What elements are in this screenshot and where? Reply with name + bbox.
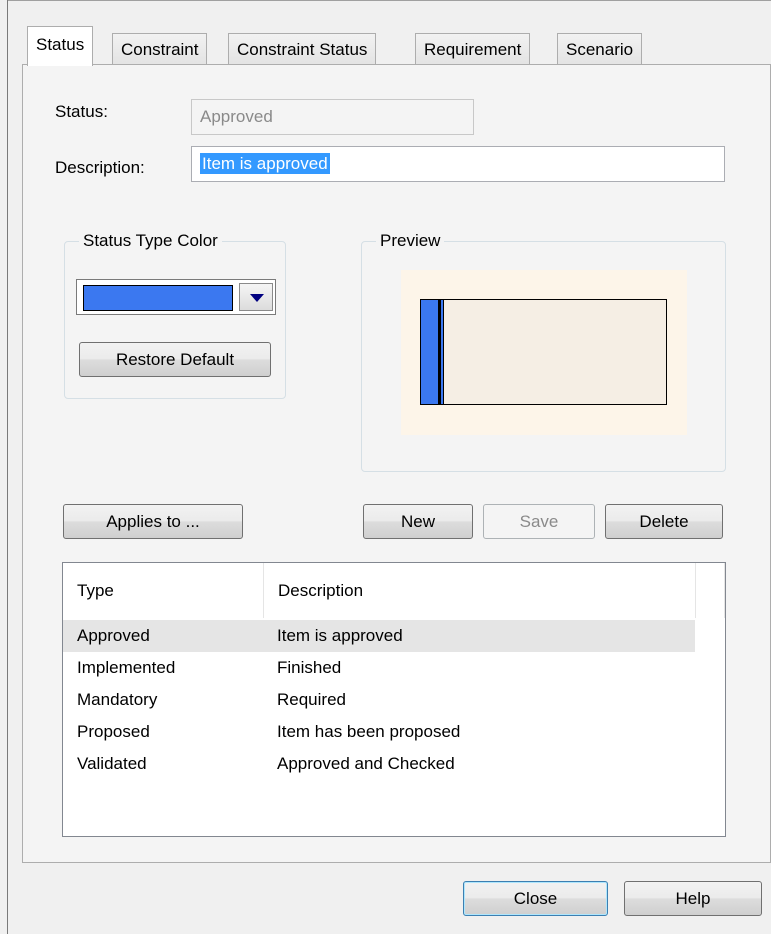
list-item-description: Item is approved	[277, 626, 403, 645]
list-item-type: Validated	[77, 754, 147, 773]
list-header: Type Description	[63, 563, 725, 618]
new-button[interactable]: New	[363, 504, 473, 539]
dropdown-button[interactable]	[239, 283, 273, 311]
list-item-type: Implemented	[77, 658, 176, 677]
status-type-color-legend: Status Type Color	[83, 231, 218, 250]
preview-element	[420, 299, 667, 405]
list-item-type: Proposed	[77, 722, 150, 741]
description-label: Description:	[55, 158, 145, 177]
description-field[interactable]: Item is approved	[191, 146, 725, 182]
preview-legend: Preview	[380, 231, 441, 250]
tab-scenario[interactable]: Scenario	[557, 33, 643, 65]
help-button[interactable]: Help	[624, 881, 762, 916]
close-button[interactable]: Close	[463, 881, 608, 916]
save-button: Save	[483, 504, 595, 539]
status-list[interactable]: Type Description Approved Item is approve…	[62, 562, 726, 837]
list-item[interactable]: Approved Item is approved	[63, 620, 695, 652]
tab-requirement[interactable]: Requirement	[415, 33, 531, 65]
column-header-description[interactable]: Description	[264, 563, 696, 618]
list-item[interactable]: Proposed Item has been proposed	[63, 716, 695, 748]
list-item-description: Approved and Checked	[277, 754, 455, 773]
delete-button[interactable]: Delete	[605, 504, 723, 539]
status-field: Approved	[191, 99, 474, 135]
preview-bar-edge	[438, 300, 441, 404]
tab-constraint[interactable]: Constraint	[112, 33, 208, 65]
list-item[interactable]: Mandatory Required	[63, 684, 695, 716]
status-label: Status:	[55, 102, 108, 121]
list-item[interactable]: Implemented Finished	[63, 652, 695, 684]
column-header-filler	[696, 563, 725, 618]
window-frame-left	[7, 0, 8, 934]
list-item-type: Mandatory	[77, 690, 158, 709]
tab-status[interactable]: Status	[27, 26, 94, 66]
window-frame-top	[7, 0, 771, 1]
restore-default-button[interactable]: Restore Default	[79, 342, 271, 377]
list-item-description: Finished	[277, 658, 342, 677]
list-item[interactable]: Validated Approved and Checked	[63, 748, 695, 780]
list-item-description: Item has been proposed	[277, 722, 461, 741]
applies-to-button[interactable]: Applies to ...	[63, 504, 243, 539]
column-header-type[interactable]: Type	[63, 563, 264, 618]
tab-constraint-status[interactable]: Constraint Status	[228, 33, 377, 65]
list-item-type: Approved	[77, 626, 150, 645]
list-item-description: Required	[277, 690, 346, 709]
color-picker-dropdown[interactable]	[76, 279, 276, 315]
color-swatch	[83, 285, 233, 311]
chevron-down-icon	[250, 294, 264, 302]
description-selected-text: Item is approved	[200, 153, 330, 174]
